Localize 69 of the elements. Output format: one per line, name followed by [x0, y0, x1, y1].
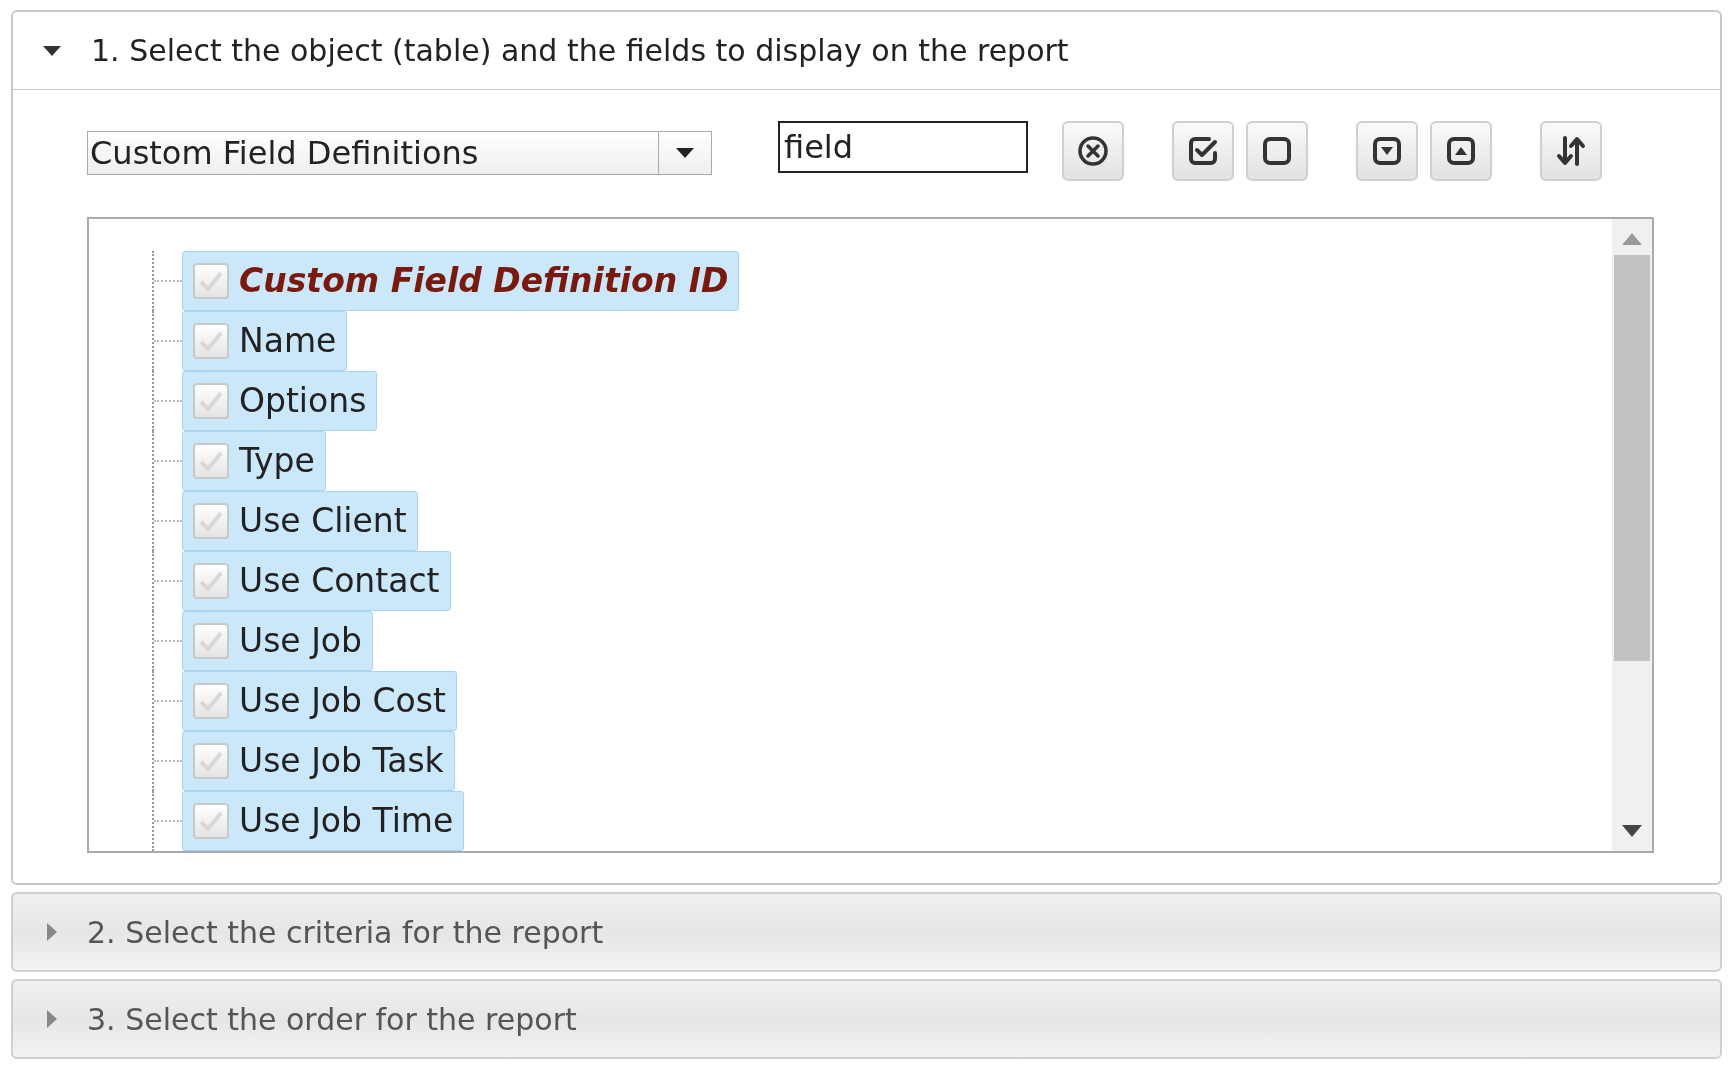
- check-icon: [198, 450, 224, 472]
- tree-item[interactable]: Use Job Cost: [182, 671, 457, 731]
- tree-item[interactable]: Use Job Time: [182, 791, 465, 851]
- checkbox[interactable]: [193, 623, 229, 659]
- check-icon: [198, 390, 224, 412]
- tree-item[interactable]: Type: [182, 431, 326, 491]
- tree-item[interactable]: Use Job: [182, 611, 373, 671]
- checked-box-icon: [1187, 135, 1219, 167]
- tree-item[interactable]: Options: [182, 371, 378, 431]
- checkbox[interactable]: [193, 443, 229, 479]
- up-arrow-icon: [1622, 233, 1642, 245]
- field-label: Use Job Cost: [239, 680, 446, 723]
- check-icon: [198, 570, 224, 592]
- field-label: Custom Field Definition ID: [239, 260, 729, 303]
- caret-icon: [47, 1010, 57, 1028]
- field-label: Use Client: [239, 500, 407, 543]
- dropdown-value: Custom Field Definitions: [89, 133, 480, 174]
- toolbar-button[interactable]: [1246, 121, 1308, 181]
- scrollbar-thumb[interactable]: [1614, 255, 1650, 661]
- check-icon: [198, 810, 224, 832]
- checkbox[interactable]: [193, 263, 229, 299]
- check-icon: [198, 270, 224, 292]
- section-title: 3. Select the order for the report: [87, 1000, 577, 1039]
- tree-item[interactable]: Use Contact: [182, 551, 451, 611]
- tree-item[interactable]: Custom Field Definition ID: [182, 251, 740, 311]
- check-icon: [198, 750, 224, 772]
- section-title: 1. Select the object (table) and the fields to display on the report: [91, 32, 1069, 70]
- section-header[interactable]: 3. Select the order for the report: [11, 979, 1722, 1059]
- toolbar-button[interactable]: [1430, 121, 1492, 181]
- check-icon: [198, 630, 224, 652]
- section-header[interactable]: 1. Select the object (table) and the fields to display on the report: [13, 12, 1720, 90]
- tree-item[interactable]: Use Client: [182, 491, 418, 551]
- field-label: Use Job Time: [239, 800, 454, 843]
- sort-icon: [1555, 135, 1587, 167]
- section-header[interactable]: 2. Select the criteria for the report: [11, 892, 1722, 972]
- checkbox[interactable]: [193, 383, 229, 419]
- tree-item[interactable]: Use Job Task: [182, 731, 455, 791]
- caret-icon: [676, 148, 694, 158]
- caret-icon: [43, 45, 61, 56]
- scrollbar[interactable]: [1612, 219, 1652, 851]
- check-icon: [198, 510, 224, 532]
- checkbox[interactable]: [193, 563, 229, 599]
- field-label: Type: [239, 440, 315, 483]
- caret-icon: [47, 923, 57, 941]
- down-arrow-icon: [1622, 825, 1642, 837]
- checkbox[interactable]: [193, 323, 229, 359]
- checkbox[interactable]: [193, 503, 229, 539]
- toolbar-button[interactable]: [1172, 121, 1234, 181]
- field-label: Use Job: [239, 620, 362, 663]
- object-dropdown[interactable]: Custom Field Definitions: [87, 131, 712, 175]
- field-label: Use Job Task: [239, 740, 444, 783]
- checkbox[interactable]: [193, 803, 229, 839]
- down-box-icon: [1371, 135, 1403, 167]
- checkbox[interactable]: [193, 743, 229, 779]
- field-label: Use Contact: [239, 560, 440, 603]
- section-title: 2. Select the criteria for the report: [87, 913, 604, 952]
- field-label: Options: [239, 380, 367, 423]
- check-icon: [198, 690, 224, 712]
- toolbar-button[interactable]: [1062, 121, 1124, 181]
- tree-item[interactable]: Name: [182, 311, 348, 371]
- up-box-icon: [1445, 135, 1477, 167]
- empty-box-icon: [1261, 135, 1293, 167]
- filter-field[interactable]: field: [778, 121, 1028, 173]
- field-label: Name: [239, 320, 337, 363]
- clear-icon: [1077, 135, 1109, 167]
- toolbar-button[interactable]: [1540, 121, 1602, 181]
- toolbar-button[interactable]: [1356, 121, 1418, 181]
- checkbox[interactable]: [193, 683, 229, 719]
- check-icon: [198, 330, 224, 352]
